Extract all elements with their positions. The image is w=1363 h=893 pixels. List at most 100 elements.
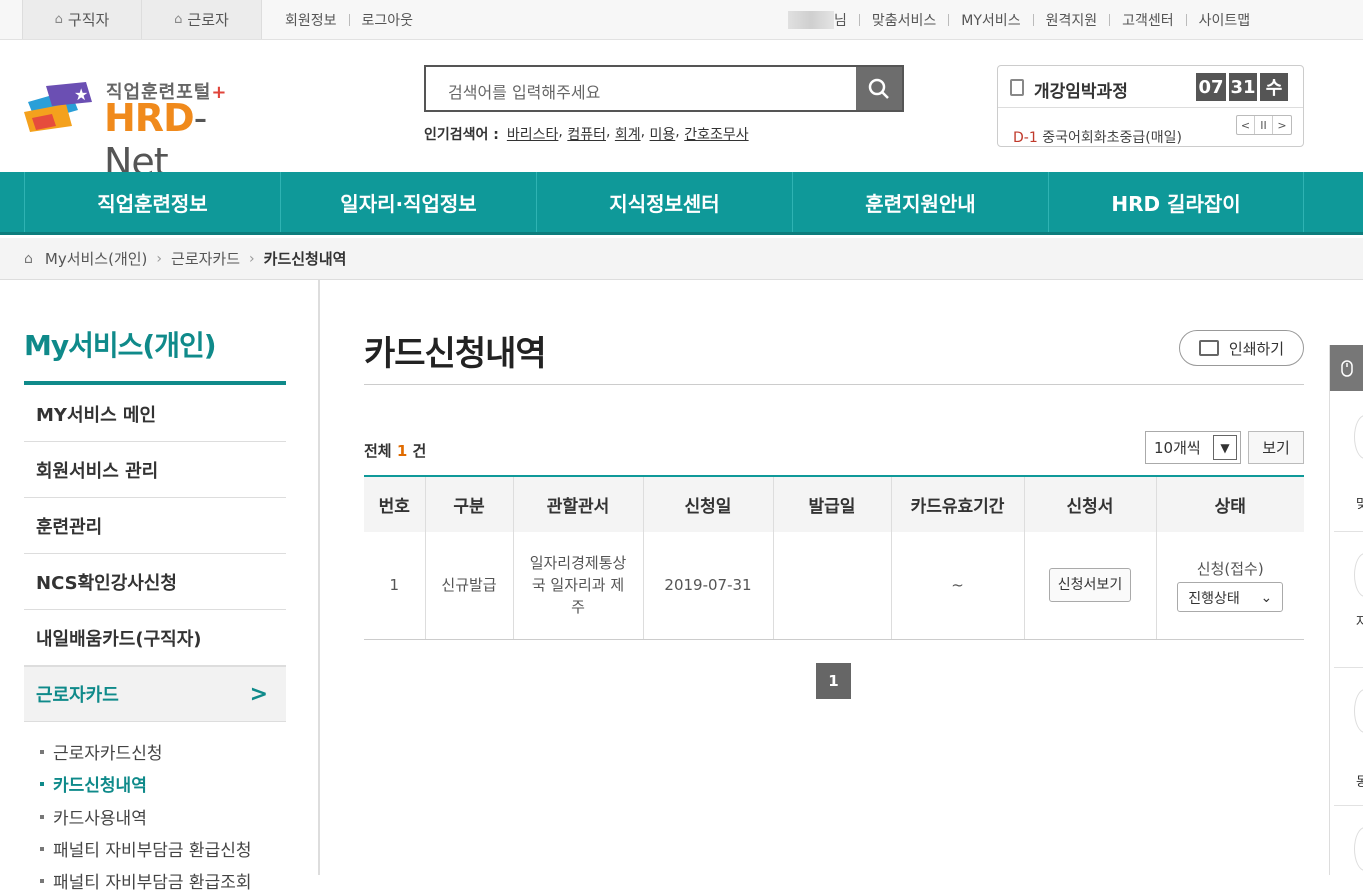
tab-job-seeker-label: 구직자 [67,11,110,29]
search-box[interactable]: 검색어를 입력해주세요 [424,65,904,112]
view-button[interactable]: 보기 [1248,431,1304,464]
closing-courses-widget: 개강임박과정 07 31 수 D-1 중국어회화초중급(매일) < II > [997,65,1304,147]
closing-course-item[interactable]: D-1 중국어회화초중급(매일) [1013,127,1182,147]
sidebar: My서비스(개인) MY서비스 메인 회원서비스 관리 훈련관리 NCS확인강사… [0,280,320,893]
subnav-card-usage[interactable]: 카드사용내역 [40,804,147,829]
remote-support-link[interactable]: 원격지원 [1046,10,1098,30]
quick-item-icon[interactable] [1354,415,1363,459]
date-weekday: 수 [1260,73,1288,101]
breadcrumb: ⌂ My서비스(개인) › 근로자카드 › 카드신청내역 [0,238,1363,280]
column-header: 상태 [1155,475,1304,532]
pause-icon[interactable]: II [1255,116,1273,134]
quick-item-icon[interactable] [1354,689,1363,733]
column-header: 관할관서 [512,475,643,532]
popular-keywords: 인기검색어 : 바리스타, 컴퓨터, 회계, 미용, 간호조무사 [424,124,749,144]
breadcrumb-item[interactable]: 근로자카드 [171,248,240,269]
nav-training-info[interactable]: 직업훈련정보 [24,172,280,232]
home-icon[interactable]: ⌂ [24,251,33,267]
column-header: 신청일 [642,475,773,532]
nav-knowledge-center[interactable]: 지식정보센터 [536,172,792,232]
status-text: 신청(접수) [1196,560,1264,579]
next-icon[interactable]: > [1273,116,1291,134]
keyword-link[interactable]: 회계 [615,124,641,144]
quick-menu-header[interactable] [1330,345,1363,391]
sidebar-item-member-service[interactable]: 회원서비스 관리 [24,442,286,498]
subnav-penalty-refund-apply[interactable]: 패널티 자비부담금 환급신청 [40,836,252,861]
tab-worker[interactable]: ⌂ 근로자 [142,0,262,39]
sitemap-link[interactable]: 사이트맵 [1199,10,1251,30]
page-title: 카드신청내역 [364,334,547,374]
divider [24,381,286,385]
cell-apply-date: 2019-07-31 [642,532,773,640]
chevron-right-icon: › [249,250,255,267]
logout-link[interactable]: 로그아웃 [362,10,414,30]
print-label: 인쇄하기 [1228,339,1285,358]
svg-text:★: ★ [74,85,88,104]
status-select[interactable]: 진행상태 ⌄ [1177,582,1284,613]
prev-icon[interactable]: < [1237,116,1255,134]
keyword-link[interactable]: 간호조무사 [684,124,748,144]
popular-label: 인기검색어 : [424,127,499,143]
quick-menu: 맞 자 동 [1329,345,1363,875]
column-header: 신청서 [1023,475,1156,532]
quick-item-label: 맞 [1356,497,1363,512]
printer-icon [1198,340,1219,356]
hrd-net-logo[interactable]: ★ 직업훈련포털+ HRD-Net [22,74,267,184]
member-info-link[interactable]: 회원정보 [285,10,337,30]
customer-center-link[interactable]: 고객센터 [1122,10,1174,30]
search-input[interactable]: 검색어를 입력해주세요 [448,79,600,103]
per-page-select[interactable]: 10개씩 ▼ [1145,431,1241,464]
sidebar-item-worker-card[interactable]: 근로자카드 > [24,666,286,722]
chevron-right-icon: > [249,681,268,707]
document-icon [1010,79,1024,96]
quick-item-label: 동 [1356,775,1363,790]
subnav-penalty-refund-inquiry[interactable]: 패널티 자비부담금 환급조회 [40,868,252,893]
logo-name: HRD-Net [104,96,207,184]
keyword-link[interactable]: 바리스타 [507,124,559,144]
quick-item-label: 자 [1356,615,1363,630]
quick-item-icon[interactable] [1354,827,1363,871]
home-icon: ⌂ [54,12,63,27]
card-history-table: 번호 구분 관할관서 신청일 발급일 카드유효기간 신청서 상태 1 신규발급 … [364,475,1304,640]
date-day: 31 [1229,73,1257,101]
custom-service-link[interactable]: 맞춤서비스 [872,10,936,30]
cell-type: 신규발급 [424,532,513,640]
nav-training-support[interactable]: 훈련지원안내 [792,172,1048,232]
sidebar-item-my-service-main[interactable]: MY서비스 메인 [24,386,286,442]
user-name-redacted [788,10,834,29]
cell-status: 신청(접수) 진행상태 ⌄ [1155,532,1304,640]
main-navigation: 직업훈련정보 일자리·직업정보 지식정보센터 훈련지원안내 HRD 길라잡이 [0,172,1363,235]
table-row: 1 신규발급 일자리경제통상국 일자리과 제주 2019-07-31 ~ 신청서… [364,532,1304,640]
page-number-current[interactable]: 1 [816,663,851,699]
chevron-down-icon: ▼ [1213,435,1237,460]
search-button[interactable] [856,67,902,110]
carousel-controls: < II > [1236,115,1292,135]
quick-item-icon[interactable] [1354,553,1363,597]
nav-job-info[interactable]: 일자리·직업정보 [280,172,536,232]
subnav-card-history[interactable]: 카드신청내역 [40,771,147,796]
sidebar-item-label: 근로자카드 [36,685,119,706]
breadcrumb-current: 카드신청내역 [263,250,347,268]
tab-job-seeker[interactable]: ⌂ 구직자 [22,0,142,39]
keyword-link[interactable]: 미용 [650,124,676,144]
subnav-card-apply[interactable]: 근로자카드신청 [40,739,162,764]
column-header: 발급일 [772,475,891,532]
print-button[interactable]: 인쇄하기 [1179,330,1304,366]
my-service-link[interactable]: MY서비스 [961,10,1020,30]
column-header: 카드유효기간 [890,475,1024,532]
view-form-button[interactable]: 신청서보기 [1048,568,1132,603]
date-month: 07 [1196,73,1226,101]
chevron-down-icon: ⌄ [1260,590,1273,607]
sidebar-item-ncs[interactable]: NCS확인강사신청 [24,554,286,610]
header: ★ 직업훈련포털+ HRD-Net 검색어를 입력해주세요 인기검색어 : 바리… [0,40,1363,184]
keyword-link[interactable]: 컴퓨터 [567,124,606,144]
closing-courses-title: 개강임박과정 [1034,82,1128,102]
table-header-row: 번호 구분 관할관서 신청일 발급일 카드유효기간 신청서 상태 [364,475,1304,532]
divider [348,13,350,26]
cell-office: 일자리경제통상국 일자리과 제주 [512,532,643,640]
sidebar-item-training[interactable]: 훈련관리 [24,498,286,554]
sidebar-heading: My서비스(개인) [24,329,217,362]
breadcrumb-item[interactable]: My서비스(개인) [45,248,148,269]
sidebar-item-tomorrow-card[interactable]: 내일배움카드(구직자) [24,610,286,666]
nav-hrd-guide[interactable]: HRD 길라잡이 [1048,172,1304,232]
